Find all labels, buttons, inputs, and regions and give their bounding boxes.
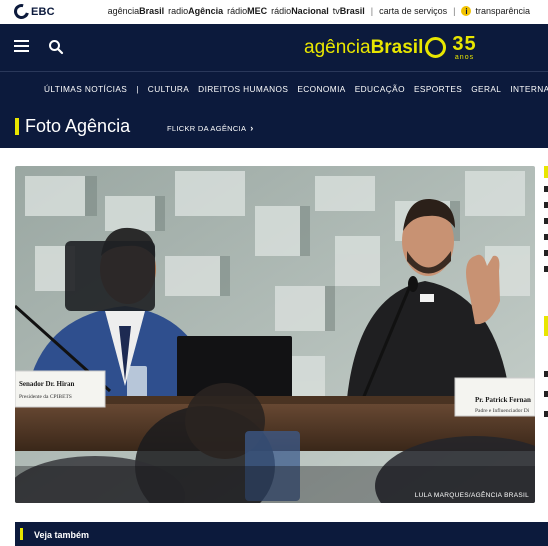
- ebc-topbar: EBC agênciaBrasil radioAgência rádioMEC …: [0, 0, 548, 24]
- section-header: Foto Agência FLICKR DA AGÊNCIA ›: [0, 105, 548, 148]
- link-radio-agencia[interactable]: radioAgência: [168, 6, 223, 16]
- main-header: agência Brasil 35 anos: [0, 24, 548, 71]
- divider: |: [453, 6, 456, 16]
- placard-left-name: Senador Dr. Hiran: [19, 380, 75, 388]
- side-panel-edge: [543, 166, 548, 426]
- nav-divider: |: [136, 84, 139, 94]
- hamburger-menu-icon[interactable]: [14, 40, 29, 52]
- category-nav: ÚLTIMAS NOTÍCIAS | CULTURA DIREITOS HUMA…: [0, 71, 548, 105]
- nav-item-cultura[interactable]: CULTURA: [148, 84, 189, 94]
- link-carta-servicos[interactable]: carta de serviços: [379, 6, 447, 16]
- agencia-brasil-logo[interactable]: agência Brasil 35 anos: [304, 34, 477, 61]
- link-radio-nacional[interactable]: rádioNacional: [271, 6, 329, 16]
- anniversary-number: 35: [452, 33, 477, 55]
- ebc-logo[interactable]: EBC: [11, 1, 55, 22]
- ebc-logo-icon: [11, 1, 32, 22]
- brand-bold-text: Brasil: [370, 36, 424, 58]
- placard-right-role: Padre e Influenciador Di: [475, 407, 530, 414]
- nav-item-geral[interactable]: GERAL: [471, 84, 501, 94]
- nav-item-esportes[interactable]: ESPORTES: [414, 84, 462, 94]
- photo-illustration: Senador Dr. Hiran Presidente da CPIBETS …: [15, 166, 535, 503]
- placard-left-role: Presidente da CPIBETS: [19, 394, 72, 400]
- link-agencia-brasil[interactable]: agênciaBrasil: [108, 6, 165, 16]
- see-also-accent: [20, 528, 23, 540]
- info-icon: i: [461, 6, 472, 16]
- flickr-link-label: FLICKR DA AGÊNCIA: [167, 123, 247, 133]
- flickr-link[interactable]: FLICKR DA AGÊNCIA ›: [167, 123, 254, 133]
- photo-credit: LULA MARQUES/AGÊNCIA BRASIL: [414, 492, 529, 499]
- chevron-right-icon: ›: [250, 123, 254, 133]
- featured-photo[interactable]: Senador Dr. Hiran Presidente da CPIBETS …: [15, 166, 535, 503]
- ebc-logo-text: EBC: [31, 5, 55, 18]
- anniversary-label: anos: [454, 54, 475, 61]
- network-links: agênciaBrasil radioAgência rádioMEC rádi…: [108, 6, 530, 16]
- nav-item-ultimas-noticias[interactable]: ÚLTIMAS NOTÍCIAS: [44, 84, 127, 94]
- page-title: Foto Agência: [25, 116, 131, 136]
- link-tv-brasil[interactable]: tvBrasil: [333, 6, 365, 16]
- nav-item-direitos-humanos[interactable]: DIREITOS HUMANOS: [198, 84, 288, 94]
- nav-item-economia[interactable]: ECONOMIA: [297, 84, 345, 94]
- link-radio-mec[interactable]: rádioMEC: [227, 6, 267, 16]
- brand-light-text: agência: [304, 36, 371, 58]
- search-icon[interactable]: [48, 39, 64, 55]
- nav-item-educacao[interactable]: EDUCAÇÃO: [355, 84, 405, 94]
- placard-right-name: Pr. Patrick Fernan: [475, 396, 531, 404]
- link-transparencia[interactable]: transparência: [475, 6, 530, 16]
- section-accent: [15, 118, 19, 135]
- nav-item-internacional[interactable]: INTERNACIONAL: [510, 84, 548, 94]
- see-also-title: Veja também: [34, 530, 90, 540]
- anniversary-badge: 35 anos: [452, 34, 476, 61]
- brand-ring-icon: [425, 37, 447, 58]
- divider: |: [370, 6, 374, 16]
- see-also-header: Veja também: [15, 522, 548, 546]
